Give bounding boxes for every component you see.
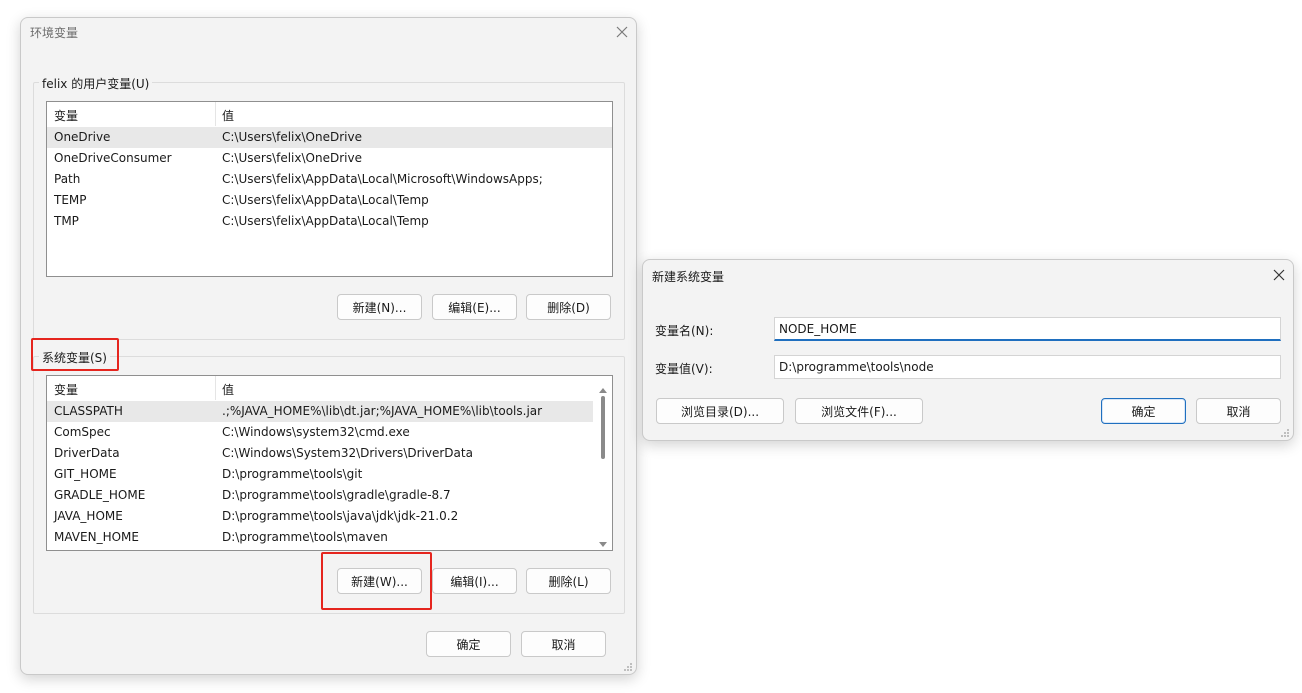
close-icon[interactable] (610, 20, 634, 44)
var-name: DriverData (54, 446, 120, 460)
var-value: C:\Users\felix\AppData\Local\Temp (222, 214, 429, 228)
var-value: D:\programme\tools\java\jdk\jdk-21.0.2 (222, 509, 459, 523)
ok-button[interactable]: 确定 (426, 631, 511, 657)
table-row[interactable]: CLASSPATH .;%JAVA_HOME%\lib\dt.jar;%JAVA… (47, 401, 593, 422)
var-value: D:\programme\tools\maven (222, 530, 388, 544)
table-row[interactable]: OneDrive C:\Users\felix\OneDrive (47, 127, 612, 148)
system-vars-list[interactable]: 变量 值 CLASSPATH .;%JAVA_HOME%\lib\dt.jar;… (46, 375, 613, 551)
user-delete-button[interactable]: 删除(D) (526, 294, 611, 320)
var-name: ComSpec (54, 425, 111, 439)
list-header: 变量 值 (47, 376, 612, 400)
var-value: .;%JAVA_HOME%\lib\dt.jar;%JAVA_HOME%\lib… (222, 404, 543, 418)
table-row[interactable]: TMP C:\Users\felix\AppData\Local\Temp (47, 211, 612, 232)
table-row[interactable]: MAVEN_HOME D:\programme\tools\maven (47, 527, 593, 548)
col-header-variable[interactable]: 变量 (54, 107, 78, 124)
cancel-button[interactable]: 取消 (1196, 398, 1281, 424)
variable-value-label: 变量值(V): (655, 362, 713, 376)
table-row[interactable]: GRADLE_HOME D:\programme\tools\gradle\gr… (47, 485, 593, 506)
var-value: D:\programme\tools\gradle\gradle-8.7 (222, 488, 451, 502)
var-value: C:\Windows\system32\cmd.exe (222, 425, 410, 439)
user-new-button[interactable]: 新建(N)... (337, 294, 422, 320)
resize-grip-icon[interactable] (623, 661, 633, 671)
col-header-variable[interactable]: 变量 (54, 381, 78, 398)
close-icon[interactable] (1267, 263, 1291, 287)
variable-name-label: 变量名(N): (655, 324, 714, 338)
var-value: C:\Users\felix\OneDrive (222, 130, 362, 144)
var-name: OneDrive (54, 130, 111, 144)
var-name: GIT_HOME (54, 467, 117, 481)
var-name: MAVEN_HOME (54, 530, 139, 544)
highlight-box (31, 338, 119, 371)
resize-grip-icon[interactable] (1280, 427, 1290, 437)
browse-directory-button[interactable]: 浏览目录(D)... (656, 398, 784, 424)
list-header: 变量 值 (47, 102, 612, 126)
system-edit-button[interactable]: 编辑(I)... (432, 568, 517, 594)
var-value: C:\Users\felix\OneDrive (222, 151, 362, 165)
dialog-title: 环境变量 (30, 26, 79, 40)
var-name: GRADLE_HOME (54, 488, 146, 502)
variable-name-input[interactable]: NODE_HOME (774, 317, 1281, 341)
table-row[interactable]: Path C:\Users\felix\AppData\Local\Micros… (47, 169, 612, 190)
table-row[interactable]: JAVA_HOME D:\programme\tools\java\jdk\jd… (47, 506, 593, 527)
table-row[interactable]: GIT_HOME D:\programme\tools\git (47, 464, 593, 485)
table-row[interactable]: DriverData C:\Windows\System32\Drivers\D… (47, 443, 593, 464)
var-name: TMP (54, 214, 79, 228)
var-value: C:\Windows\System32\Drivers\DriverData (222, 446, 473, 460)
env-vars-dialog: 环境变量 felix 的用户变量(U) 变量 值 OneDrive C:\Use… (20, 17, 637, 675)
highlight-box (321, 552, 432, 610)
cancel-button[interactable]: 取消 (521, 631, 606, 657)
var-name: Path (54, 172, 81, 186)
var-name: JAVA_HOME (54, 509, 123, 523)
var-value: D:\programme\tools\git (222, 467, 363, 481)
var-name: TEMP (54, 193, 87, 207)
var-value: C:\Users\felix\AppData\Local\Microsoft\W… (222, 172, 543, 186)
user-vars-group-label: felix 的用户变量(U) (39, 75, 153, 92)
dialog-title: 新建系统变量 (652, 270, 725, 284)
var-name: CLASSPATH (54, 404, 123, 418)
scrollbar-thumb[interactable] (601, 396, 605, 459)
var-value: C:\Users\felix\AppData\Local\Temp (222, 193, 429, 207)
col-header-value[interactable]: 值 (222, 381, 234, 398)
table-row[interactable]: OneDriveConsumer C:\Users\felix\OneDrive (47, 148, 612, 169)
var-name: OneDriveConsumer (54, 151, 172, 165)
system-delete-button[interactable]: 删除(L) (526, 568, 611, 594)
variable-value-input[interactable]: D:\programme\tools\node (774, 355, 1281, 379)
new-system-variable-dialog: 新建系统变量 变量名(N): NODE_HOME 变量值(V): D:\prog… (642, 259, 1294, 441)
col-header-value[interactable]: 值 (222, 107, 234, 124)
table-row[interactable]: TEMP C:\Users\felix\AppData\Local\Temp (47, 190, 612, 211)
scroll-up-arrow-icon[interactable] (599, 382, 607, 396)
browse-file-button[interactable]: 浏览文件(F)... (795, 398, 923, 424)
scroll-down-arrow-icon[interactable] (599, 537, 607, 550)
user-vars-list[interactable]: 变量 值 OneDrive C:\Users\felix\OneDrive On… (46, 101, 613, 277)
table-row[interactable]: ComSpec C:\Windows\system32\cmd.exe (47, 422, 593, 443)
ok-button[interactable]: 确定 (1101, 398, 1186, 424)
user-edit-button[interactable]: 编辑(E)... (432, 294, 517, 320)
